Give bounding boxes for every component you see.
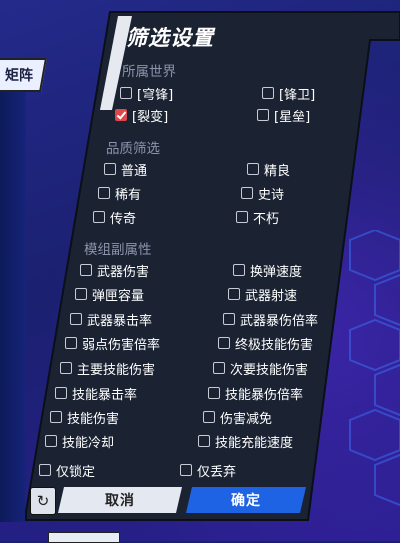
option-world-fengwei[interactable]: [锋卫] bbox=[262, 84, 316, 103]
option-attr-damage-reduction[interactable]: 伤害减免 bbox=[203, 408, 273, 427]
option-attr-primary-skill[interactable]: 主要技能伤害 bbox=[60, 359, 156, 378]
section-attributes-label: 模组副属性 bbox=[84, 242, 152, 258]
checkbox-icon bbox=[70, 313, 82, 325]
checkbox-icon bbox=[218, 337, 230, 349]
bottom-tab-strip bbox=[48, 532, 120, 543]
checkbox-icon bbox=[203, 411, 215, 423]
checkbox-icon bbox=[93, 211, 105, 223]
option-attr-skill-damage[interactable]: 技能伤害 bbox=[50, 408, 120, 427]
refresh-icon: ↻ bbox=[36, 492, 50, 510]
option-world-liebian[interactable]: [裂变] bbox=[115, 106, 169, 125]
checkbox-icon bbox=[104, 163, 116, 175]
option-label: 传奇 bbox=[110, 211, 137, 227]
option-label: [锋卫] bbox=[279, 87, 316, 103]
option-label: 普通 bbox=[121, 163, 148, 179]
option-label: 技能暴击率 bbox=[72, 387, 138, 403]
option-label: [穹锋] bbox=[137, 87, 174, 103]
option-label: 史诗 bbox=[258, 187, 285, 203]
checkbox-icon bbox=[75, 288, 87, 300]
option-label: 不朽 bbox=[253, 211, 280, 227]
option-label: 武器暴击率 bbox=[87, 313, 153, 329]
checkbox-icon bbox=[50, 411, 62, 423]
option-attr-skill-crit[interactable]: 技能暴击率 bbox=[55, 384, 138, 403]
checkbox-icon bbox=[60, 362, 72, 374]
option-attr-weapon-crit-dmg[interactable]: 武器暴伤倍率 bbox=[223, 310, 319, 329]
option-attr-secondary-skill[interactable]: 次要技能伤害 bbox=[213, 359, 309, 378]
option-locked-only[interactable]: 仅锁定 bbox=[39, 461, 96, 480]
option-attr-ultimate-dmg[interactable]: 终极技能伤害 bbox=[218, 334, 314, 353]
option-label: 技能冷却 bbox=[62, 435, 115, 451]
checkbox-icon bbox=[233, 264, 245, 276]
option-label: 弱点伤害倍率 bbox=[82, 337, 161, 353]
option-label: 次要技能伤害 bbox=[230, 362, 309, 378]
checkbox-icon bbox=[262, 87, 274, 99]
checkbox-icon bbox=[236, 211, 248, 223]
checkbox-icon bbox=[257, 109, 269, 121]
checkbox-icon bbox=[120, 87, 132, 99]
option-attr-weapon-crit[interactable]: 武器暴击率 bbox=[70, 310, 153, 329]
option-quality-fine[interactable]: 精良 bbox=[247, 160, 291, 179]
option-world-qiongfeng[interactable]: [穹锋] bbox=[120, 84, 174, 103]
option-attr-skill-crit-dmg[interactable]: 技能暴伤倍率 bbox=[208, 384, 304, 403]
option-quality-common[interactable]: 普通 bbox=[104, 160, 148, 179]
checkbox-icon bbox=[228, 288, 240, 300]
checkbox-icon bbox=[247, 163, 259, 175]
option-attr-charge-speed[interactable]: 技能充能速度 bbox=[198, 432, 294, 451]
checkbox-icon bbox=[65, 337, 77, 349]
option-attr-cooldown[interactable]: 技能冷却 bbox=[45, 432, 115, 451]
option-label: 武器暴伤倍率 bbox=[240, 313, 319, 329]
option-attr-magazine[interactable]: 弹匣容量 bbox=[75, 285, 145, 304]
cancel-button[interactable]: 取消 bbox=[58, 487, 182, 513]
option-attr-reload-speed[interactable]: 换弹速度 bbox=[233, 261, 303, 280]
option-label: 仅锁定 bbox=[56, 464, 96, 480]
section-quality-label: 品质筛选 bbox=[106, 141, 160, 157]
option-label: 终极技能伤害 bbox=[235, 337, 314, 353]
checkbox-icon bbox=[98, 187, 110, 199]
option-label: 稀有 bbox=[115, 187, 142, 203]
option-discarded-only[interactable]: 仅丢弃 bbox=[180, 461, 237, 480]
option-label: 仅丢弃 bbox=[197, 464, 237, 480]
checkbox-icon bbox=[208, 387, 220, 399]
option-attr-weakpoint[interactable]: 弱点伤害倍率 bbox=[65, 334, 161, 353]
option-quality-rare[interactable]: 稀有 bbox=[98, 184, 142, 203]
option-label: 换弹速度 bbox=[250, 264, 303, 280]
confirm-button[interactable]: 确定 bbox=[186, 487, 306, 513]
option-label: [裂变] bbox=[132, 109, 169, 125]
checkbox-icon bbox=[180, 464, 192, 476]
checkbox-icon bbox=[55, 387, 67, 399]
option-label: 技能暴伤倍率 bbox=[225, 387, 304, 403]
option-label: 伤害减免 bbox=[220, 411, 273, 427]
checkbox-icon bbox=[80, 264, 92, 276]
option-quality-epic[interactable]: 史诗 bbox=[241, 184, 285, 203]
option-label: [星垒] bbox=[274, 109, 311, 125]
checkbox-icon bbox=[223, 313, 235, 325]
option-label: 精良 bbox=[264, 163, 291, 179]
checkbox-icon bbox=[45, 435, 57, 447]
checkbox-icon bbox=[198, 435, 210, 447]
option-label: 技能伤害 bbox=[67, 411, 120, 427]
option-attr-fire-rate[interactable]: 武器射速 bbox=[228, 285, 298, 304]
section-world-label: 所属世界 bbox=[122, 64, 176, 80]
checkbox-icon bbox=[213, 362, 225, 374]
reset-button[interactable]: ↻ bbox=[30, 487, 56, 515]
option-attr-weapon-damage[interactable]: 武器伤害 bbox=[80, 261, 150, 280]
option-label: 主要技能伤害 bbox=[77, 362, 156, 378]
option-label: 技能充能速度 bbox=[215, 435, 294, 451]
option-label: 武器伤害 bbox=[97, 264, 150, 280]
option-label: 武器射速 bbox=[245, 288, 298, 304]
option-world-xinglei[interactable]: [星垒] bbox=[257, 106, 311, 125]
checkbox-icon bbox=[241, 187, 253, 199]
filter-dialog: 筛选设置 所属世界 [穹锋] [锋卫] [裂变] [星垒] 品质筛选 普通 精良… bbox=[0, 0, 400, 541]
checkbox-icon bbox=[39, 464, 51, 476]
option-quality-legendary[interactable]: 传奇 bbox=[93, 208, 137, 227]
option-quality-immortal[interactable]: 不朽 bbox=[236, 208, 280, 227]
dialog-title: 筛选设置 bbox=[126, 26, 214, 50]
checkbox-checked-icon bbox=[115, 109, 127, 121]
option-label: 弹匣容量 bbox=[92, 288, 145, 304]
